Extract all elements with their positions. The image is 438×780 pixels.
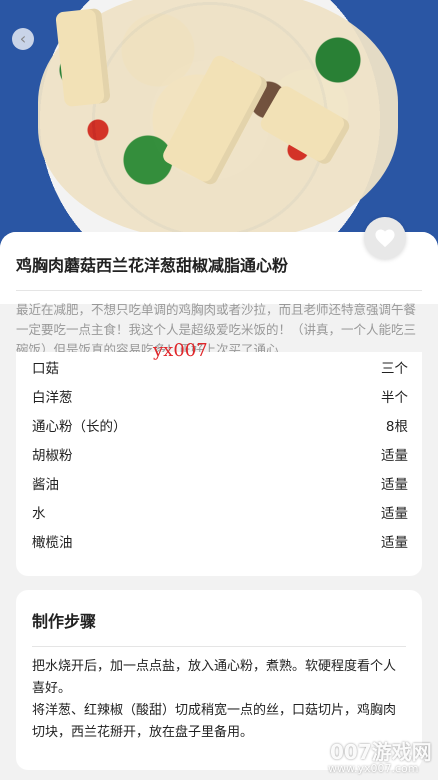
ingredient-amount: 半个 [381,390,408,406]
ingredient-name: 口菇 [32,361,59,377]
site-watermark: 007游戏网 www.yx007.com [322,736,438,780]
steps-title: 制作步骤 [32,612,97,631]
ingredient-amount: 8根 [385,419,408,435]
ingredients-card: 口菇 三个 白洋葱 半个 通心粉（长的） 8根 胡椒粉 适量 酱油 适量 水 适… [16,352,422,576]
ingredient-name: 胡椒粉 [32,448,73,464]
ingredient-amount: 适量 [381,477,408,493]
favorite-button[interactable] [364,217,406,259]
ingredient-row: 橄榄油 适量 [32,530,408,552]
ingredient-row: 白洋葱 半个 [32,385,408,407]
ingredient-amount: 适量 [381,535,408,551]
user-watermark: yx007 [153,340,208,361]
pasta-piece [55,7,111,108]
ingredient-row: 酱油 适量 [32,472,408,494]
title-divider [16,290,422,291]
recipe-hero-image [0,0,438,250]
ingredient-name: 通心粉（长的） [32,419,127,435]
ingredient-name: 酱油 [32,477,59,493]
steps-content: 把水烧开后，加一点点盐，放入通心粉，煮熟。软硬程度看个人喜好。 将洋葱、红辣椒（… [32,656,408,744]
ingredient-row: 胡椒粉 适量 [32,443,408,465]
site-watermark-url: www.yx007.com [328,762,419,775]
ingredient-amount: 适量 [381,448,408,464]
recipe-title: 鸡胸肉蘑菇西兰花洋葱甜椒减脂通心粉 [16,256,289,275]
site-watermark-logo: 007游戏网 [330,740,432,764]
ingredient-amount: 三个 [381,361,408,377]
heart-icon [375,229,395,248]
step-text: 把水烧开后，加一点点盐，放入通心粉，煮熟。软硬程度看个人喜好。 [32,659,397,696]
ingredient-amount: 适量 [381,506,408,522]
back-button[interactable]: ‹ [12,28,34,50]
ingredient-name: 水 [32,506,46,522]
ingredient-name: 白洋葱 [32,390,73,406]
ingredient-name: 橄榄油 [32,535,73,551]
steps-divider [32,646,406,647]
ingredient-row: 水 适量 [32,501,408,523]
recipe-detail-sheet: 鸡胸肉蘑菇西兰花洋葱甜椒减脂通心粉 最近在减肥，不想只吃单调的鸡胸肉或者沙拉，而… [0,232,438,780]
ingredient-row: 通心粉（长的） 8根 [32,414,408,436]
chevron-left-icon: ‹ [19,29,27,48]
ingredient-row: 口菇 三个 [32,356,408,378]
